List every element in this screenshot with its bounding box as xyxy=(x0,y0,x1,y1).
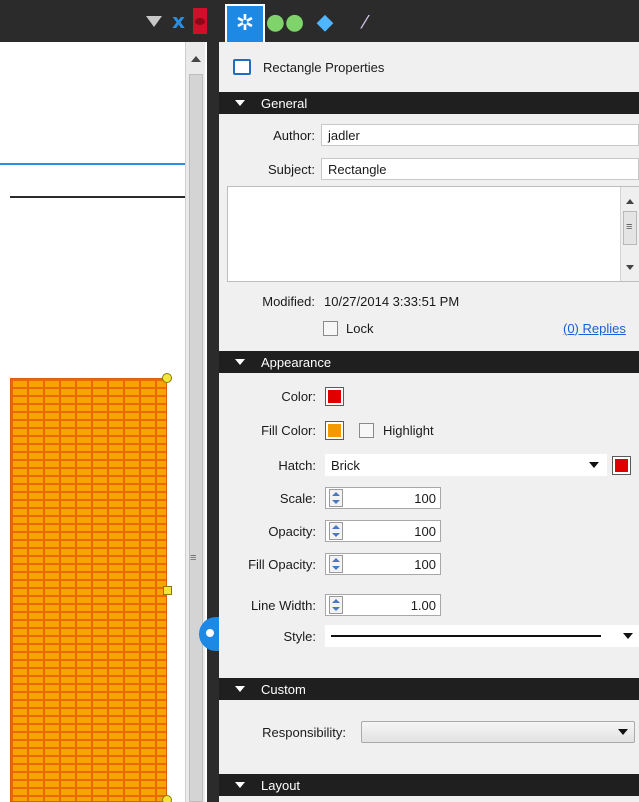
author-label: Author: xyxy=(273,127,315,143)
close-icon[interactable]: x xyxy=(172,9,185,33)
rectangle-icon xyxy=(233,59,251,75)
section-label: General xyxy=(261,95,308,111)
properties-panel: ✲ ●● ◆ ⁄ Rectangle Properties General Au… xyxy=(219,0,639,802)
document-pane: x ≡ xyxy=(0,0,207,802)
rectangle-markup[interactable] xyxy=(10,378,167,802)
opacity-label: Opacity: xyxy=(268,523,316,539)
highlight-checkbox[interactable] xyxy=(359,423,374,438)
chevron-down-icon xyxy=(623,633,633,639)
fill-color-swatch[interactable] xyxy=(325,421,344,440)
opacity-value: 100 xyxy=(414,523,436,539)
properties-header: Rectangle Properties xyxy=(219,42,639,92)
line-width-stepper[interactable]: 1.00 xyxy=(325,594,441,616)
gear-icon: ✲ xyxy=(235,11,255,36)
hatch-value: Brick xyxy=(331,457,360,473)
subject-field[interactable]: Rectangle xyxy=(321,158,639,180)
grip-icon: ≡ xyxy=(190,552,197,564)
section-appearance[interactable]: Appearance xyxy=(219,351,639,373)
fill-opacity-label: Fill Opacity: xyxy=(248,556,316,572)
hatch-label: Hatch: xyxy=(278,457,316,473)
cube-icon: ◆ xyxy=(316,10,334,35)
section-label: Layout xyxy=(261,777,301,793)
collapse-caret-icon xyxy=(235,782,245,788)
resize-handle-right[interactable] xyxy=(163,586,172,595)
section-label: Appearance xyxy=(261,354,332,370)
drawn-line[interactable] xyxy=(10,196,185,198)
textarea-scrollbar[interactable] xyxy=(620,187,639,281)
lock-checkbox[interactable] xyxy=(323,320,338,336)
line-width-value: 1.00 xyxy=(410,597,436,613)
section-label: Custom xyxy=(261,681,306,697)
dropdown-triangle-icon[interactable] xyxy=(146,15,163,27)
document-header-area xyxy=(0,42,185,165)
properties-title: Rectangle Properties xyxy=(263,59,385,75)
color-label: Color: xyxy=(281,389,316,404)
fill-color-label: Fill Color: xyxy=(261,423,316,438)
panel-splitter[interactable] xyxy=(207,0,219,802)
style-label: Style: xyxy=(283,628,316,644)
spin-buttons[interactable] xyxy=(329,489,343,507)
binoculars-icon: ●● xyxy=(265,10,305,35)
tab-3d[interactable]: ◆ xyxy=(305,4,345,42)
hatch-color-swatch[interactable] xyxy=(612,455,631,475)
line-style-preview xyxy=(331,635,601,637)
spin-buttons[interactable] xyxy=(329,555,343,573)
chevron-down-icon xyxy=(589,462,599,468)
document-toolbar: x xyxy=(0,0,207,42)
chevron-down-icon xyxy=(618,729,628,735)
hatch-dropdown[interactable]: Brick xyxy=(325,454,607,476)
pin-icon[interactable] xyxy=(193,8,207,34)
scroll-up-icon[interactable] xyxy=(626,199,634,204)
fill-opacity-stepper[interactable]: 100 xyxy=(325,553,441,575)
fill-opacity-value: 100 xyxy=(414,556,436,572)
collapse-caret-icon xyxy=(235,100,245,106)
comment-textarea[interactable] xyxy=(227,186,639,282)
line-style-dropdown[interactable] xyxy=(325,625,639,647)
section-layout[interactable]: Layout xyxy=(219,774,639,796)
subject-label: Subject: xyxy=(268,161,315,177)
scale-label: Scale: xyxy=(279,490,316,506)
section-custom[interactable]: Custom xyxy=(219,678,639,700)
spin-buttons[interactable] xyxy=(329,596,343,614)
resize-handle-bottom-right[interactable] xyxy=(162,795,172,802)
lock-label: Lock xyxy=(346,320,374,336)
resize-handle-top-right[interactable] xyxy=(162,373,172,383)
spin-buttons[interactable] xyxy=(329,522,343,540)
scroll-thumb[interactable] xyxy=(623,211,637,245)
color-swatch[interactable] xyxy=(325,387,344,406)
modified-label: Modified: xyxy=(262,293,315,309)
scroll-thumb[interactable] xyxy=(189,74,203,802)
collapse-caret-icon xyxy=(235,686,245,692)
collapse-caret-icon xyxy=(235,359,245,365)
scale-stepper[interactable]: 100 xyxy=(325,487,441,509)
line-width-label: Line Width: xyxy=(250,597,316,613)
section-general[interactable]: General xyxy=(219,92,639,114)
author-field[interactable]: jadler xyxy=(321,124,639,146)
responsibility-label: Responsibility: xyxy=(262,724,346,740)
opacity-stepper[interactable]: 100 xyxy=(325,520,441,542)
scroll-up-icon[interactable] xyxy=(191,56,201,62)
ruler-icon: ⁄ xyxy=(363,12,367,33)
highlight-label: Highlight xyxy=(383,423,434,438)
scale-value: 100 xyxy=(414,490,436,506)
tab-search[interactable]: ●● xyxy=(265,4,305,42)
panel-tab-strip: ✲ ●● ◆ ⁄ xyxy=(219,0,639,42)
replies-link[interactable]: (0) Replies xyxy=(563,321,626,336)
scroll-down-icon[interactable] xyxy=(626,265,634,270)
tab-measure[interactable]: ⁄ xyxy=(345,4,385,42)
document-vertical-scrollbar[interactable]: ≡ xyxy=(185,42,205,802)
responsibility-dropdown[interactable] xyxy=(361,721,635,743)
tab-properties[interactable]: ✲ xyxy=(225,4,265,42)
modified-value: 10/27/2014 3:33:51 PM xyxy=(324,293,460,309)
